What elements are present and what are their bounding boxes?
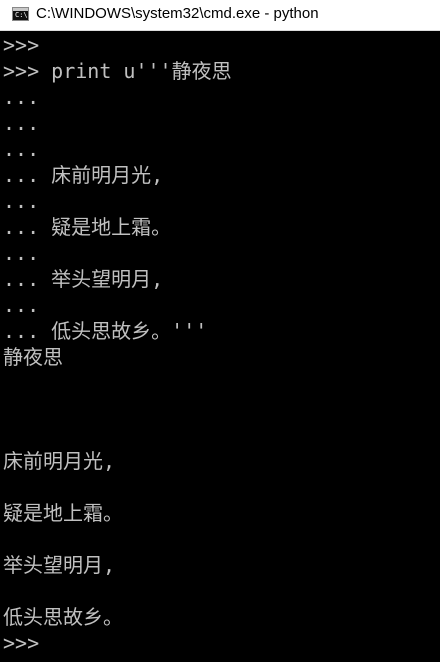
console-line: >>>: [3, 33, 40, 57]
window-title: C:\WINDOWS\system32\cmd.exe - python: [36, 5, 319, 22]
console-line: ...: [3, 85, 40, 109]
console-line: 床前明月光,: [3, 449, 116, 473]
console-line: 低头思故乡。: [3, 605, 123, 629]
console-line: ...: [3, 241, 40, 265]
console-line: ...: [3, 189, 40, 213]
console-line: 举头望明月,: [3, 553, 116, 577]
console-line: ...: [3, 111, 40, 135]
console-line: ... 床前明月光,: [3, 163, 164, 187]
console-line: ... 低头思故乡。''': [3, 319, 208, 343]
console-line: ... 举头望明月,: [3, 267, 164, 291]
console-line: >>> print u'''静夜思: [3, 59, 232, 83]
console-app-icon: C:\: [12, 7, 29, 21]
console-line: ... 疑是地上霜。: [3, 215, 172, 239]
console-line: ...: [3, 293, 40, 317]
console-output[interactable]: >>> >>> print u'''静夜思 ... ... ... ... 床前…: [3, 32, 440, 662]
console-line: ...: [3, 137, 40, 161]
console-line: 疑是地上霜。: [3, 501, 123, 525]
title-bar[interactable]: C:\ C:\WINDOWS\system32\cmd.exe - python: [0, 0, 440, 31]
console-prompt: >>>: [3, 631, 40, 655]
console-window: C:\ C:\WINDOWS\system32\cmd.exe - python…: [0, 0, 440, 662]
console-line: 静夜思: [3, 345, 63, 369]
